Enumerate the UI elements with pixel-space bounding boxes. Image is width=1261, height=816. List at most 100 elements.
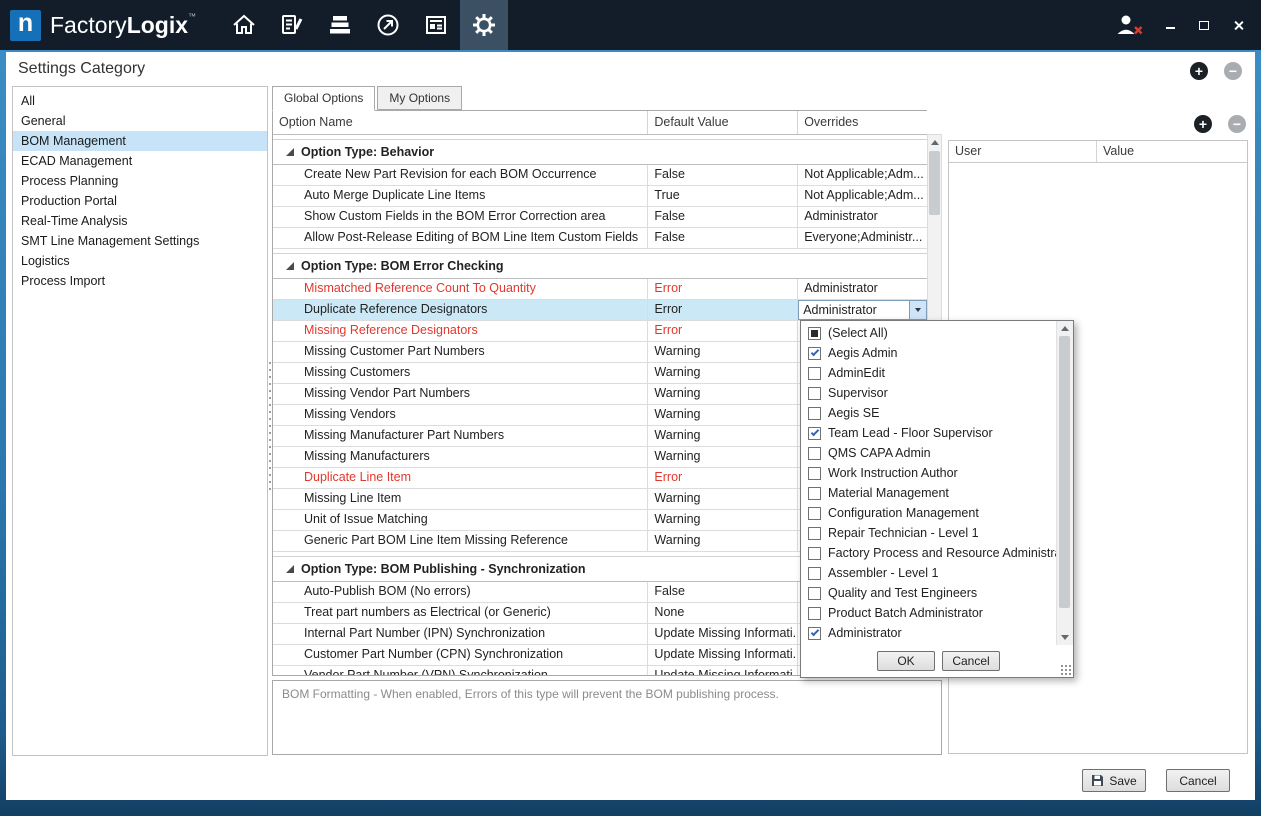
group-header[interactable]: Option Type: BOM Error Checking [273, 253, 927, 279]
home-nav-button[interactable] [220, 0, 268, 50]
sidebar-splitter-handle[interactable] [269, 362, 271, 492]
column-header-user[interactable]: User [949, 141, 1097, 162]
default-value-cell[interactable]: Error [648, 300, 798, 321]
role-option[interactable]: Quality and Test Engineers [801, 583, 1056, 603]
popup-cancel-button[interactable]: Cancel [942, 651, 1000, 671]
option-row[interactable]: Auto Merge Duplicate Line ItemsTrueNot A… [273, 186, 927, 207]
sidebar-item[interactable]: Process Planning [13, 171, 267, 191]
default-value-cell[interactable]: False [648, 207, 798, 228]
overrides-cell[interactable]: Administrator [798, 300, 927, 321]
option-name-cell[interactable]: Allow Post-Release Editing of BOM Line I… [273, 228, 648, 249]
default-value-cell[interactable]: Error [648, 321, 798, 342]
option-row[interactable]: Show Custom Fields in the BOM Error Corr… [273, 207, 927, 228]
default-value-cell[interactable]: Warning [648, 447, 798, 468]
option-name-cell[interactable]: Show Custom Fields in the BOM Error Corr… [273, 207, 648, 228]
overrides-cell[interactable]: Administrator [798, 207, 927, 228]
navigator-nav-button[interactable] [364, 0, 412, 50]
collapse-triangle-icon[interactable] [286, 262, 294, 270]
role-option[interactable]: Aegis Admin [801, 343, 1056, 363]
option-name-cell[interactable]: Internal Part Number (IPN) Synchronizati… [273, 624, 648, 645]
option-name-cell[interactable]: Unit of Issue Matching [273, 510, 648, 531]
overrides-cell[interactable]: Everyone;Administr... [798, 228, 927, 249]
scroll-up-button[interactable] [928, 135, 941, 150]
option-name-cell[interactable]: Auto Merge Duplicate Line Items [273, 186, 648, 207]
default-value-cell[interactable]: Update Missing Informati... [648, 666, 798, 676]
sidebar-item[interactable]: Logistics [13, 251, 267, 271]
option-name-cell[interactable]: Missing Line Item [273, 489, 648, 510]
default-value-cell[interactable]: None [648, 603, 798, 624]
popup-ok-button[interactable]: OK [877, 651, 935, 671]
collapse-triangle-icon[interactable] [286, 565, 294, 573]
role-option[interactable]: Team Lead - Floor Supervisor [801, 423, 1056, 443]
default-value-cell[interactable]: Warning [648, 510, 798, 531]
sidebar-item[interactable]: BOM Management [13, 131, 267, 151]
role-option[interactable]: (Select All) [801, 323, 1056, 343]
tab-my-options[interactable]: My Options [377, 86, 462, 110]
role-option[interactable]: Work Instruction Author [801, 463, 1056, 483]
option-name-cell[interactable]: Duplicate Reference Designators [273, 300, 648, 321]
option-name-cell[interactable]: Create New Part Revision for each BOM Oc… [273, 165, 648, 186]
role-option[interactable]: Aegis SE [801, 403, 1056, 423]
overrides-combobox[interactable]: Administrator [798, 300, 927, 320]
sidebar-item[interactable]: General [13, 111, 267, 131]
checkbox-icon[interactable] [808, 407, 821, 420]
checkbox-icon[interactable] [808, 547, 821, 560]
column-header-default-value[interactable]: Default Value [648, 111, 798, 134]
checkbox-icon[interactable] [808, 387, 821, 400]
default-value-cell[interactable]: True [648, 186, 798, 207]
option-name-cell[interactable]: Treat part numbers as Electrical (or Gen… [273, 603, 648, 624]
default-value-cell[interactable]: Warning [648, 384, 798, 405]
option-row[interactable]: Mismatched Reference Count To QuantityEr… [273, 279, 927, 300]
option-name-cell[interactable]: Missing Reference Designators [273, 321, 648, 342]
sidebar-item[interactable]: ECAD Management [13, 151, 267, 171]
option-name-cell[interactable]: Vendor Part Number (VPN) Synchronization [273, 666, 648, 676]
checkbox-icon[interactable] [808, 567, 821, 580]
checkbox-icon[interactable] [808, 587, 821, 600]
column-header-value[interactable]: Value [1097, 141, 1247, 162]
option-name-cell[interactable]: Missing Customer Part Numbers [273, 342, 648, 363]
logout-user-button[interactable] [1115, 17, 1143, 33]
minimize-button[interactable] [1163, 17, 1177, 33]
default-value-cell[interactable]: False [648, 228, 798, 249]
checkbox-checked-icon[interactable] [808, 427, 821, 440]
role-option[interactable]: Material Management [801, 483, 1056, 503]
add-override-button[interactable]: + [1194, 115, 1212, 133]
collapse-triangle-icon[interactable] [286, 148, 294, 156]
remove-override-button[interactable]: − [1228, 115, 1246, 133]
role-option[interactable]: QMS CAPA Admin [801, 443, 1056, 463]
option-name-cell[interactable]: Mismatched Reference Count To Quantity [273, 279, 648, 300]
group-header[interactable]: Option Type: Behavior [273, 139, 927, 165]
checkbox-icon[interactable] [808, 447, 821, 460]
settings-nav-button[interactable] [460, 0, 508, 50]
role-option[interactable]: Product Batch Administrator [801, 603, 1056, 623]
sidebar-item[interactable]: SMT Line Management Settings [13, 231, 267, 251]
option-name-cell[interactable]: Missing Customers [273, 363, 648, 384]
default-value-cell[interactable]: Warning [648, 531, 798, 552]
option-name-cell[interactable]: Duplicate Line Item [273, 468, 648, 489]
maximize-button[interactable] [1197, 17, 1211, 33]
overrides-cell[interactable]: Not Applicable;Adm... [798, 186, 927, 207]
default-value-cell[interactable]: False [648, 165, 798, 186]
default-value-cell[interactable]: Error [648, 279, 798, 300]
default-value-cell[interactable]: Warning [648, 363, 798, 384]
checkbox-checked-icon[interactable] [808, 627, 821, 640]
resize-grip[interactable] [1060, 664, 1071, 675]
role-option[interactable]: Assembler - Level 1 [801, 563, 1056, 583]
default-value-cell[interactable]: Update Missing Informati... [648, 645, 798, 666]
option-name-cell[interactable]: Missing Vendor Part Numbers [273, 384, 648, 405]
default-value-cell[interactable]: Warning [648, 426, 798, 447]
option-name-cell[interactable]: Generic Part BOM Line Item Missing Refer… [273, 531, 648, 552]
default-value-cell[interactable]: Warning [648, 342, 798, 363]
save-button[interactable]: Save [1082, 769, 1146, 792]
popup-scrollbar[interactable] [1056, 321, 1073, 645]
option-name-cell[interactable]: Customer Part Number (CPN) Synchronizati… [273, 645, 648, 666]
overrides-cell[interactable]: Not Applicable;Adm... [798, 165, 927, 186]
checkbox-icon[interactable] [808, 367, 821, 380]
checkbox-indeterminate-icon[interactable] [808, 327, 821, 340]
default-value-cell[interactable]: Update Missing Informati... [648, 624, 798, 645]
option-row[interactable]: Duplicate Reference DesignatorsErrorAdmi… [273, 300, 927, 321]
role-option[interactable]: Supervisor [801, 383, 1056, 403]
default-value-cell[interactable]: Error [648, 468, 798, 489]
option-name-cell[interactable]: Auto-Publish BOM (No errors) [273, 582, 648, 603]
scroll-up-button[interactable] [1057, 321, 1072, 336]
